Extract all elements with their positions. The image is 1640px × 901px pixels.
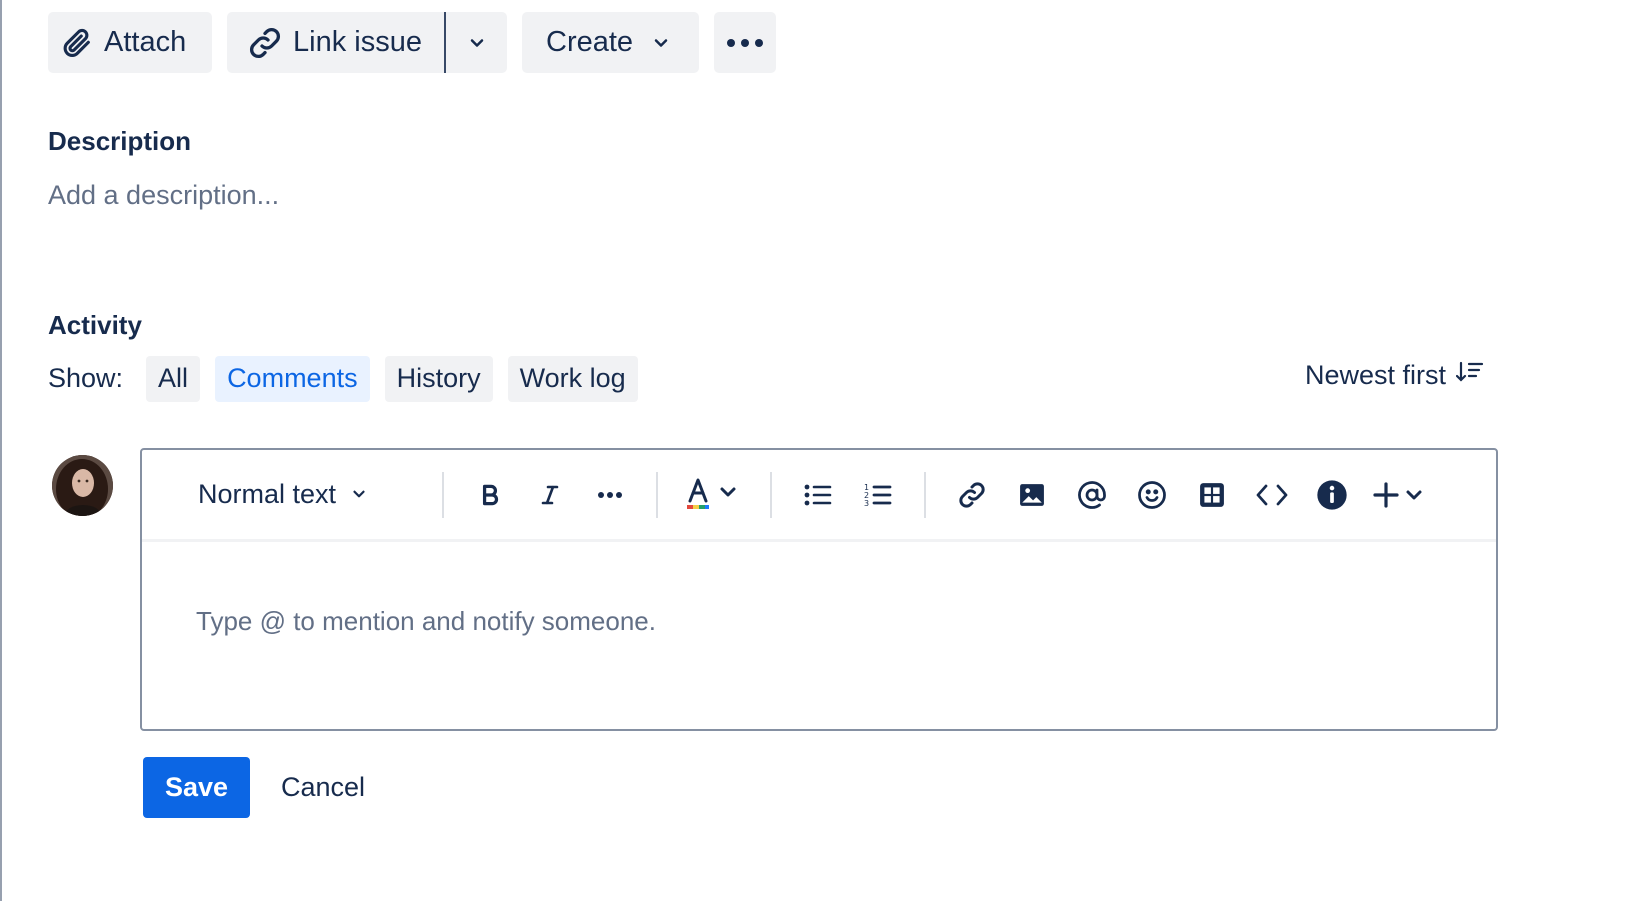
save-button[interactable]: Save — [143, 757, 250, 818]
more-formatting-icon[interactable] — [588, 473, 632, 517]
toolbar-separator — [656, 471, 658, 518]
sort-descending-icon — [1455, 360, 1484, 391]
chevron-down-icon — [651, 33, 671, 53]
text-style-label: Normal text — [198, 479, 337, 509]
comment-input[interactable]: Type @ to mention and notify someone. — [142, 542, 1496, 637]
italic-icon[interactable] — [528, 473, 572, 517]
link-issue-split-button: Link issue — [227, 12, 507, 73]
filter-comments[interactable]: Comments — [215, 355, 370, 402]
editor-toolbar: Normal text 1 2 3 — [142, 450, 1496, 542]
text-style-dropdown[interactable]: Normal text — [198, 479, 426, 510]
attach-button[interactable]: Attach — [48, 12, 212, 73]
link-issue-dropdown-button[interactable] — [446, 12, 507, 73]
filter-work-log[interactable]: Work log — [507, 355, 638, 402]
activity-filter-row: Show: All Comments History Work log — [48, 355, 638, 402]
description-field[interactable]: Add a description... — [48, 180, 279, 211]
image-icon[interactable] — [1010, 473, 1054, 517]
show-label: Show: — [48, 363, 124, 393]
toolbar-separator — [770, 471, 772, 518]
numbered-list-icon[interactable]: 123 — [856, 473, 900, 517]
mention-icon[interactable] — [1070, 473, 1114, 517]
info-panel-icon[interactable] — [1310, 473, 1354, 517]
toolbar-separator — [924, 471, 926, 518]
insert-plus-icon[interactable] — [1370, 473, 1434, 517]
paperclip-icon — [60, 26, 94, 60]
cancel-button[interactable]: Cancel — [267, 757, 379, 818]
issue-detail-page: Attach Link issue Create Description Add… — [0, 0, 1640, 901]
bullet-list-icon[interactable] — [796, 473, 840, 517]
activity-heading: Activity — [48, 310, 142, 340]
description-heading: Description — [48, 126, 192, 156]
avatar[interactable] — [52, 455, 113, 516]
comment-editor: Normal text 1 2 3 Type @ to mention and … — [140, 448, 1498, 731]
link-icon — [247, 25, 283, 61]
code-icon[interactable] — [1250, 473, 1294, 517]
more-actions-button[interactable] — [714, 12, 776, 73]
attach-label: Attach — [104, 26, 187, 58]
svg-text:3: 3 — [864, 499, 869, 508]
panel-divider — [0, 0, 2, 901]
sort-order-button[interactable]: Newest first — [1305, 360, 1484, 391]
issue-action-toolbar: Attach Link issue Create — [48, 12, 776, 73]
filter-all[interactable]: All — [146, 355, 201, 402]
split-divider — [444, 12, 446, 73]
toolbar-separator — [442, 471, 444, 518]
create-button[interactable]: Create — [522, 12, 699, 73]
comment-placeholder: Type @ to mention and notify someone. — [196, 606, 656, 636]
create-label: Create — [546, 26, 634, 58]
text-color-icon[interactable] — [682, 473, 746, 517]
table-icon[interactable] — [1190, 473, 1234, 517]
link-issue-button[interactable]: Link issue — [227, 12, 444, 73]
sort-label: Newest first — [1304, 360, 1446, 390]
bold-icon[interactable] — [468, 473, 512, 517]
more-horizontal-icon — [726, 38, 764, 48]
filter-history[interactable]: History — [384, 355, 493, 402]
link-issue-label: Link issue — [293, 26, 422, 58]
link-icon[interactable] — [950, 473, 994, 517]
emoji-icon[interactable] — [1130, 473, 1174, 517]
chevron-down-icon — [467, 33, 487, 53]
chevron-down-icon — [350, 479, 368, 510]
